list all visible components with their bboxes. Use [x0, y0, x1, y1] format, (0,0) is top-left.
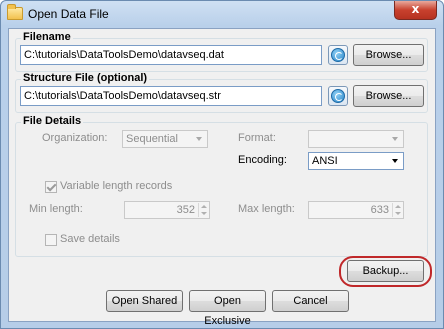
filename-input[interactable]: C:\tutorials\DataToolsDemo\datavseq.dat: [20, 45, 322, 65]
filename-legend: Filename: [21, 31, 73, 43]
max-length-label: Max length:: [238, 203, 295, 215]
stepper-arrows-icon[interactable]: [392, 203, 402, 217]
filename-browse-button[interactable]: Browse...: [353, 44, 424, 66]
dialog-body: Filename C:\tutorials\DataToolsDemo\data…: [8, 28, 436, 327]
organization-select[interactable]: Sequential: [122, 130, 208, 148]
chevron-down-icon: [392, 159, 398, 163]
stepper-arrows-icon[interactable]: [198, 203, 208, 217]
title-bar[interactable]: Open Data File x: [1, 1, 443, 27]
chevron-down-icon: [196, 137, 202, 141]
filename-refresh-button[interactable]: [328, 45, 348, 65]
variable-length-label: Variable length records: [60, 180, 173, 192]
max-length-value: 633: [370, 204, 389, 216]
backup-button[interactable]: Backup...: [347, 260, 424, 282]
cancel-button[interactable]: Cancel: [272, 290, 349, 312]
max-length-stepper[interactable]: 633: [308, 201, 404, 219]
filename-group: Filename C:\tutorials\DataToolsDemo\data…: [15, 31, 428, 72]
min-length-label: Min length:: [29, 203, 83, 215]
open-shared-button[interactable]: Open Shared: [106, 290, 183, 312]
structure-browse-button[interactable]: Browse...: [353, 85, 424, 107]
encoding-select[interactable]: ANSI: [308, 152, 404, 170]
close-button[interactable]: x: [394, 1, 437, 20]
encoding-value: ANSI: [312, 155, 338, 167]
variable-length-checkbox[interactable]: [45, 181, 57, 193]
refresh-icon: [331, 48, 345, 62]
file-details-group: File Details Organization: Sequential Fo…: [15, 115, 428, 257]
structure-refresh-button[interactable]: [328, 86, 348, 106]
close-icon: x: [411, 2, 420, 16]
folder-icon: [7, 4, 23, 20]
save-details-label: Save details: [60, 233, 120, 245]
structure-file-input[interactable]: C:\tutorials\DataToolsDemo\datavseq.str: [20, 86, 322, 106]
min-length-stepper[interactable]: 352: [124, 201, 210, 219]
open-data-file-dialog: Open Data File x Filename C:\tutorials\D…: [0, 0, 444, 329]
refresh-icon: [331, 89, 345, 103]
organization-value: Sequential: [126, 133, 178, 145]
window-title: Open Data File: [28, 7, 109, 21]
structure-file-group: Structure File (optional) C:\tutorials\D…: [15, 72, 428, 113]
format-select[interactable]: [308, 130, 404, 148]
open-exclusive-button[interactable]: Open Exclusive: [189, 290, 266, 327]
organization-label: Organization:: [42, 132, 108, 144]
encoding-label: Encoding:: [238, 154, 287, 166]
chevron-down-icon: [392, 137, 398, 141]
format-label: Format:: [238, 132, 276, 144]
min-length-value: 352: [176, 204, 195, 216]
save-details-checkbox[interactable]: [45, 234, 57, 246]
structure-file-legend: Structure File (optional): [21, 72, 150, 84]
file-details-legend: File Details: [21, 115, 84, 127]
